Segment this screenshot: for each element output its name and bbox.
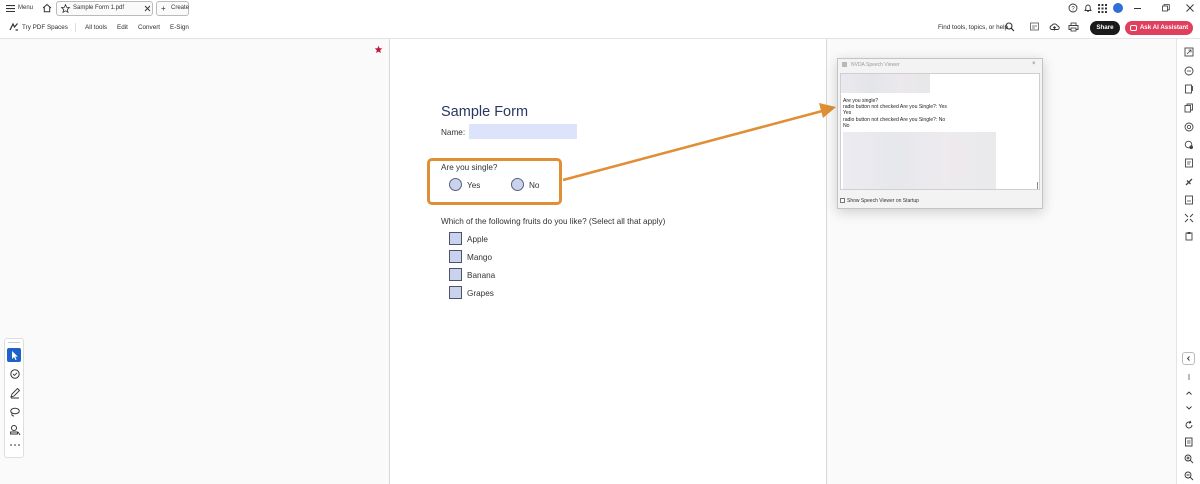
nvda-app-icon: [842, 62, 847, 67]
request-signatures-icon[interactable]: [1184, 140, 1194, 150]
chevron-down-icon[interactable]: [1184, 403, 1194, 413]
nvda-content[interactable]: Are you single? radio button not checked…: [840, 73, 1040, 190]
hamburger-menu-icon[interactable]: [6, 5, 16, 12]
radio-no-label: No: [529, 181, 540, 190]
protect-icon[interactable]: [1184, 177, 1194, 187]
form-title: Sample Form: [441, 104, 529, 120]
nvda-line: No: [843, 123, 850, 129]
page-number-indicator: [1184, 372, 1194, 382]
nvda-blurred-text: [843, 132, 996, 189]
nvda-line: radio button not checked Are you Single?…: [843, 117, 946, 123]
radio-yes[interactable]: [449, 178, 462, 191]
collapse-panel-icon[interactable]: [1182, 352, 1195, 365]
nvda-scrollbar[interactable]: [1037, 182, 1038, 189]
stamp-tool-icon[interactable]: [9, 424, 21, 436]
menu-label[interactable]: Menu: [18, 5, 33, 11]
minimize-icon[interactable]: [1134, 8, 1142, 10]
organize-pages-icon[interactable]: [1184, 66, 1194, 76]
single-question-label: Are you single?: [441, 163, 498, 172]
plus-icon: +: [161, 3, 166, 13]
nvda-text-area: Are you single? radio button not checked…: [840, 73, 1041, 252]
redact-icon[interactable]: [1184, 213, 1194, 223]
close-tab-icon[interactable]: [144, 5, 151, 12]
lasso-tool-icon[interactable]: [9, 406, 21, 418]
restore-icon[interactable]: [1162, 4, 1170, 12]
main-toolbar: Try PDF Spaces All tools Edit Convert E-…: [0, 17, 1200, 39]
create-label: Create: [171, 5, 190, 11]
nvda-close-icon[interactable]: ×: [1032, 61, 1036, 67]
nvda-speech-viewer-window: NVDA Speech Viewer × Are you single? rad…: [837, 58, 1043, 209]
zoom-in-icon[interactable]: [1184, 454, 1194, 464]
rotate-icon[interactable]: [1184, 420, 1194, 430]
nvda-title: NVDA Speech Viewer: [851, 62, 900, 68]
zoom-out-icon[interactable]: [1184, 471, 1194, 481]
bookmark-star-icon[interactable]: [374, 45, 383, 54]
nvda-line: Yes: [843, 110, 852, 116]
try-pdf-spaces-link[interactable]: Try PDF Spaces: [22, 24, 68, 31]
home-icon[interactable]: [42, 3, 52, 13]
ask-ai-assistant-button[interactable]: Ask AI Assistant: [1125, 21, 1193, 35]
convert-menu[interactable]: Convert: [138, 24, 160, 31]
nvda-title-bar: NVDA Speech Viewer ×: [838, 59, 1042, 72]
edit-pdf-icon[interactable]: [1184, 84, 1194, 94]
checkbox-banana-label: Banana: [467, 271, 496, 280]
prepare-form-icon[interactable]: [1184, 231, 1194, 241]
pdf-spaces-icon[interactable]: [9, 22, 19, 32]
share-button[interactable]: Share: [1090, 21, 1120, 35]
show-on-startup-checkbox[interactable]: [840, 198, 845, 203]
checkbox-apple[interactable]: [449, 232, 462, 245]
radio-no[interactable]: [511, 178, 524, 191]
avatar[interactable]: [1113, 3, 1123, 13]
name-label: Name:: [441, 128, 466, 137]
palette-handle: [8, 342, 20, 343]
toolbar-divider: [75, 23, 76, 32]
right-tool-rail: [1176, 39, 1200, 484]
checkbox-mango-label: Mango: [467, 253, 493, 262]
export-pdf-icon[interactable]: [1184, 47, 1194, 57]
search-icon[interactable]: [1005, 22, 1015, 32]
checkbox-apple-label: Apple: [467, 235, 488, 244]
apps-grid-icon[interactable]: [1098, 4, 1107, 13]
find-tools-search-input[interactable]: Find tools, topics, or help: [938, 24, 1008, 31]
annotation-arrow: [562, 103, 836, 182]
title-bar: Menu Sample Form 1.pdf + Create ?: [0, 0, 1200, 17]
checkbox-mango[interactable]: [449, 250, 462, 263]
esign-menu[interactable]: E-Sign: [170, 24, 189, 31]
thumbnail-view-icon[interactable]: [1030, 22, 1040, 32]
nvda-line: radio button not checked Are you Single?…: [843, 104, 947, 110]
chevron-up-icon[interactable]: [1184, 388, 1194, 398]
checkbox-banana[interactable]: [449, 268, 462, 281]
page-display-icon[interactable]: [1184, 437, 1194, 447]
checkbox-grapes-label: Grapes: [467, 289, 494, 298]
compress-icon[interactable]: [1184, 195, 1194, 205]
quick-tools-palette: [4, 338, 24, 458]
comment-tool-icon[interactable]: [9, 368, 21, 380]
ask-ai-label: Ask AI Assistant: [1139, 24, 1189, 31]
document-tab[interactable]: Sample Form 1.pdf: [56, 1, 153, 16]
more-tools-icon[interactable]: [9, 443, 21, 449]
print-icon[interactable]: [1068, 22, 1079, 32]
star-icon[interactable]: [61, 4, 70, 13]
create-button[interactable]: + Create: [156, 1, 189, 16]
nvda-blurred-text: [841, 74, 930, 93]
close-window-icon[interactable]: [1186, 4, 1194, 12]
combine-files-icon[interactable]: [1184, 103, 1194, 113]
cloud-upload-icon[interactable]: [1049, 22, 1060, 32]
draw-pen-tool-icon[interactable]: [9, 387, 21, 399]
tab-title: Sample Form 1.pdf: [73, 5, 125, 11]
fill-sign-icon[interactable]: [1184, 122, 1194, 132]
edit-menu[interactable]: Edit: [117, 24, 128, 31]
scan-ocr-icon[interactable]: [1184, 158, 1194, 168]
checkbox-grapes[interactable]: [449, 286, 462, 299]
bell-icon[interactable]: [1083, 3, 1093, 13]
radio-yes-label: Yes: [467, 181, 481, 190]
show-on-startup-label: Show Speech Viewer on Startup: [847, 198, 919, 204]
fruits-question-label: Which of the following fruits do you lik…: [441, 217, 666, 226]
select-tool-icon[interactable]: [7, 348, 21, 362]
all-tools-menu[interactable]: All tools: [85, 24, 107, 31]
ai-chat-icon: [1130, 24, 1137, 31]
help-icon[interactable]: ?: [1068, 3, 1078, 13]
